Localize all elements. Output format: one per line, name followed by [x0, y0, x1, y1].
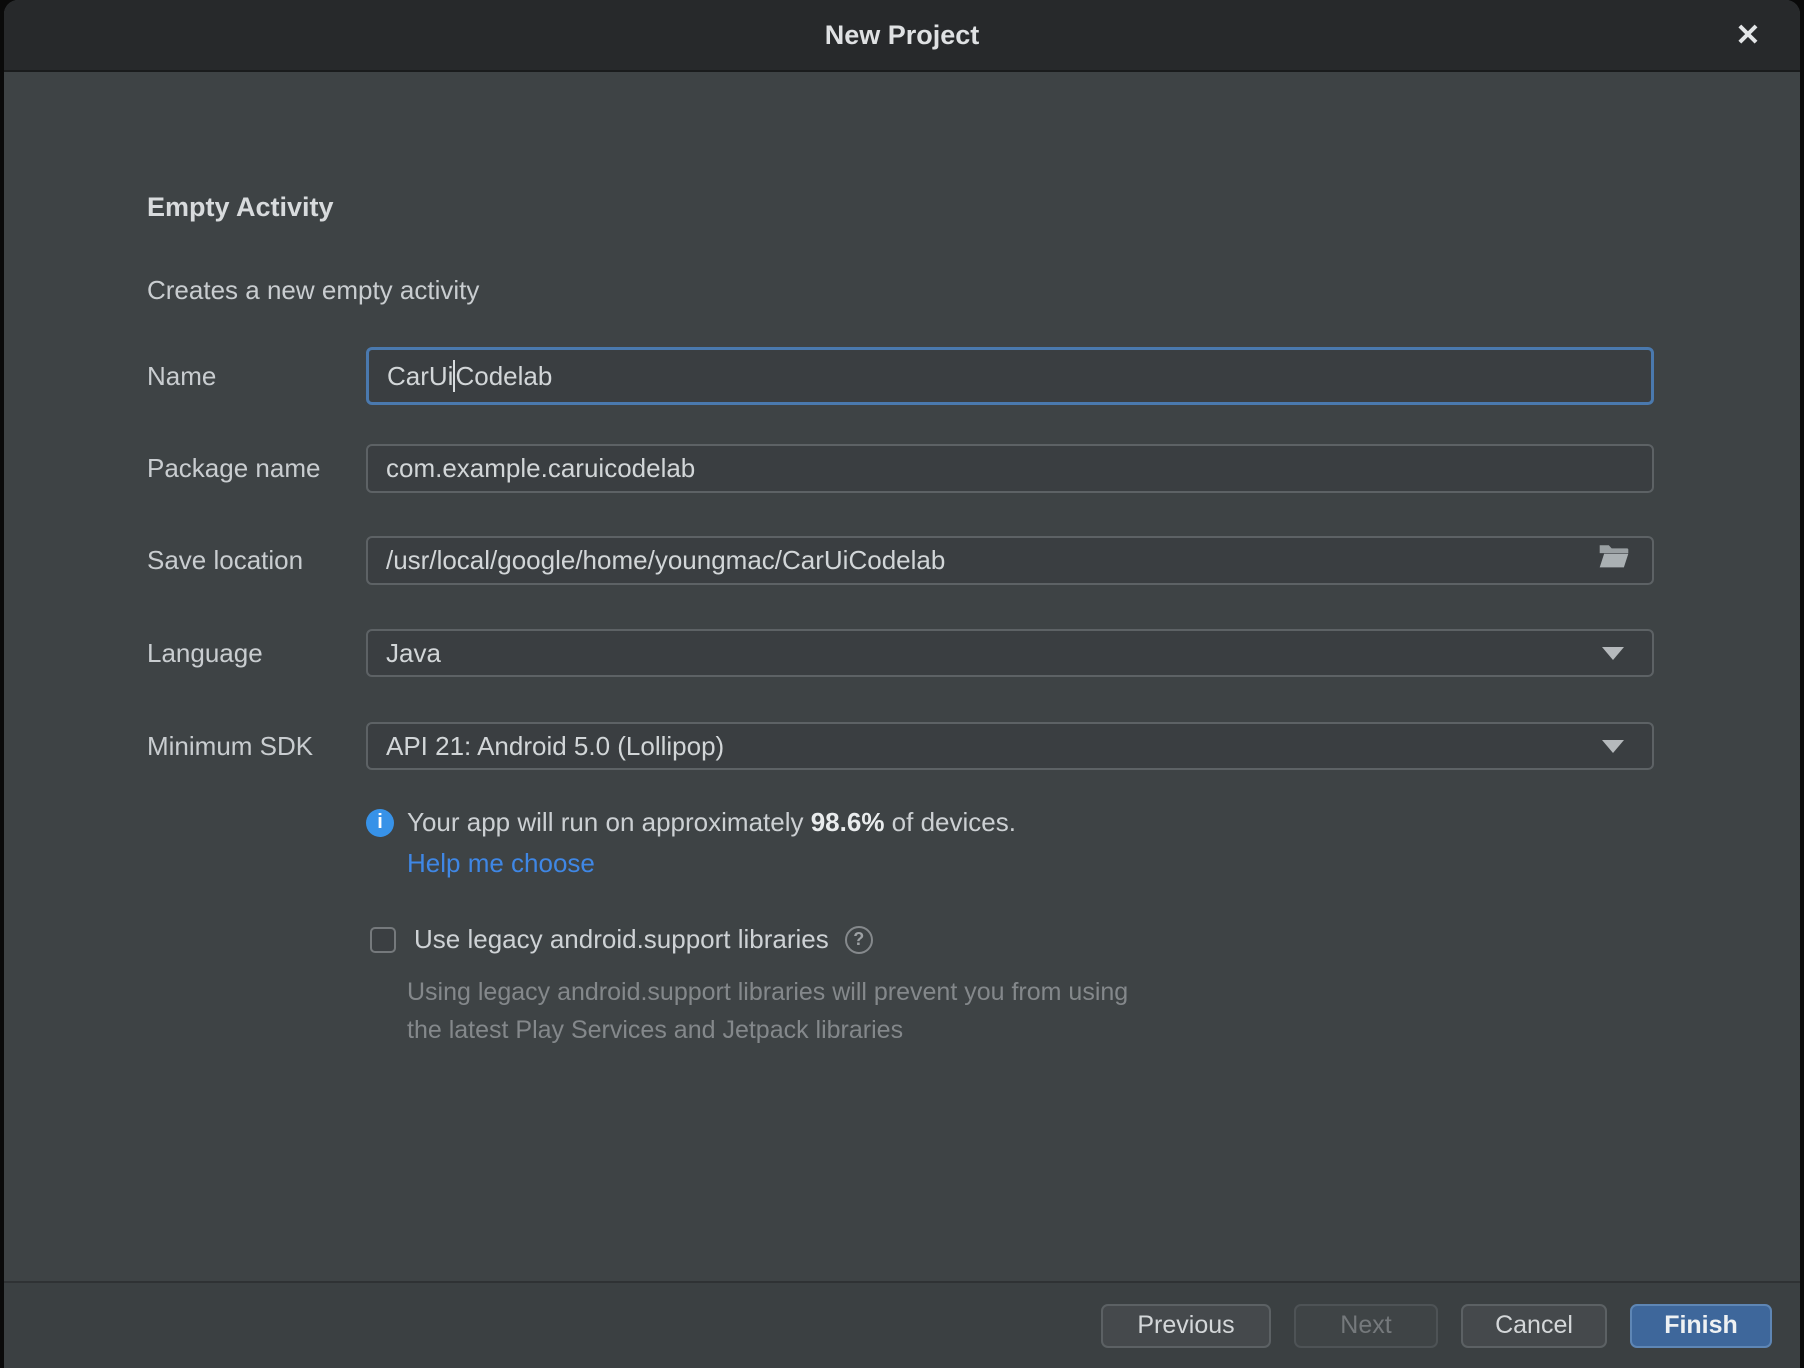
legacy-description-line2: the latest Play Services and Jetpack lib…	[407, 1011, 1128, 1049]
minimum-sdk-label: Minimum SDK	[147, 730, 313, 762]
info-icon: i	[366, 809, 394, 837]
dialog-body: Empty Activity Creates a new empty activ…	[4, 72, 1800, 1281]
chevron-down-icon[interactable]	[1602, 647, 1624, 660]
save-location-input[interactable]: /usr/local/google/home/youngmac/CarUiCod…	[366, 536, 1654, 585]
save-location-value: /usr/local/google/home/youngmac/CarUiCod…	[386, 545, 945, 576]
language-label: Language	[147, 637, 263, 669]
legacy-support-description: Using legacy android.support libraries w…	[407, 973, 1128, 1049]
legacy-support-row: Use legacy android.support libraries ?	[370, 924, 873, 955]
legacy-support-label: Use legacy android.support libraries	[414, 924, 829, 955]
new-project-dialog: New Project ✕ Empty Activity Creates a n…	[4, 0, 1800, 1368]
screen: New Project ✕ Empty Activity Creates a n…	[0, 0, 1804, 1368]
help-circle-icon[interactable]: ?	[845, 926, 873, 954]
dialog-footer: Previous Next Cancel Finish	[4, 1281, 1800, 1368]
cancel-button[interactable]: Cancel	[1461, 1304, 1607, 1348]
template-name-heading: Empty Activity	[147, 192, 334, 223]
coverage-percent: 98.6%	[811, 807, 885, 837]
template-description: Creates a new empty activity	[147, 275, 479, 306]
device-coverage-text: Your app will run on approximately 98.6%…	[407, 807, 1016, 838]
chevron-down-icon[interactable]	[1602, 740, 1624, 753]
language-value: Java	[386, 638, 441, 669]
folder-browse-icon[interactable]	[1526, 513, 1630, 608]
name-value-before-caret: CarUi	[387, 361, 453, 392]
legacy-description-line1: Using legacy android.support libraries w…	[407, 973, 1128, 1011]
name-label: Name	[147, 360, 216, 392]
previous-button[interactable]: Previous	[1101, 1304, 1271, 1348]
close-icon[interactable]: ✕	[1726, 0, 1770, 70]
help-me-choose-link[interactable]: Help me choose	[407, 848, 595, 879]
name-input[interactable]: CarUiCodelab	[366, 347, 1654, 405]
name-value-after-caret: Codelab	[455, 361, 552, 392]
finish-button[interactable]: Finish	[1630, 1304, 1772, 1348]
dialog-title: New Project	[825, 20, 980, 51]
language-select[interactable]: Java	[366, 629, 1654, 677]
dialog-titlebar: New Project ✕	[4, 0, 1800, 72]
device-coverage-info: i Your app will run on approximately 98.…	[366, 807, 1016, 838]
package-name-value: com.example.caruicodelab	[386, 453, 695, 484]
package-name-input[interactable]: com.example.caruicodelab	[366, 444, 1654, 493]
coverage-suffix: of devices.	[884, 807, 1016, 837]
minimum-sdk-select[interactable]: API 21: Android 5.0 (Lollipop)	[366, 722, 1654, 770]
coverage-prefix: Your app will run on approximately	[407, 807, 811, 837]
minimum-sdk-value: API 21: Android 5.0 (Lollipop)	[386, 731, 724, 762]
save-location-label: Save location	[147, 544, 303, 576]
next-button[interactable]: Next	[1294, 1304, 1438, 1348]
legacy-support-checkbox[interactable]	[370, 927, 396, 953]
package-name-label: Package name	[147, 452, 320, 484]
